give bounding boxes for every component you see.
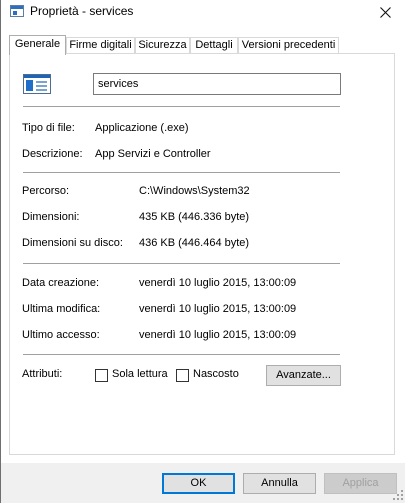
created-label: Data creazione: — [22, 277, 100, 289]
file-type-label: Tipo di file: — [22, 122, 75, 134]
general-tab-panel — [9, 53, 395, 455]
modified-value: venerdì 10 luglio 2015, 13:00:09 — [139, 303, 297, 315]
separator — [23, 106, 340, 107]
size-value: 435 KB (446.336 byte) — [139, 211, 250, 223]
tab-versioni-precedenti[interactable]: Versioni precedenti — [238, 37, 339, 54]
dialog-footer: OK Annulla Applica — [1, 463, 405, 503]
accessed-label: Ultimo accesso: — [22, 329, 100, 341]
readonly-label[interactable]: Sola lettura — [112, 368, 168, 380]
separator — [23, 354, 340, 355]
file-name-input[interactable]: services — [93, 73, 341, 95]
location-label: Percorso: — [22, 185, 70, 197]
readonly-checkbox[interactable] — [95, 369, 108, 382]
size-on-disk-label: Dimensioni su disco: — [22, 237, 123, 249]
separator — [23, 263, 340, 264]
separator — [23, 172, 340, 173]
advanced-button[interactable]: Avanzate... — [266, 365, 341, 386]
file-type-value: Applicazione (.exe) — [95, 122, 189, 134]
close-button[interactable] — [370, 0, 400, 24]
title-bar[interactable]: Proprietà - services — [1, 0, 405, 26]
modified-label: Ultima modifica: — [22, 303, 101, 315]
attributes-label: Attributi: — [22, 368, 63, 380]
tab-firme-digitali[interactable]: Firme digitali — [66, 37, 135, 54]
ok-button[interactable]: OK — [162, 473, 235, 494]
application-file-icon — [23, 74, 51, 94]
tab-sicurezza[interactable]: Sicurezza — [135, 37, 190, 54]
tab-generale[interactable]: Generale — [9, 35, 66, 55]
accessed-value: venerdì 10 luglio 2015, 13:00:09 — [139, 329, 297, 341]
created-value: venerdì 10 luglio 2015, 13:00:09 — [139, 277, 297, 289]
apply-button[interactable]: Applica — [324, 473, 397, 494]
description-label: Descrizione: — [22, 148, 83, 160]
close-icon — [379, 6, 391, 18]
properties-window: Proprietà - services Generale Firme digi… — [0, 0, 405, 503]
size-label: Dimensioni: — [22, 211, 80, 223]
size-on-disk-value: 436 KB (446.464 byte) — [139, 237, 250, 249]
description-value: App Servizi e Controller — [95, 148, 211, 160]
location-value: C:\Windows\System32 — [139, 185, 250, 197]
cancel-button[interactable]: Annulla — [243, 473, 316, 494]
properties-window-icon — [10, 5, 24, 17]
resize-grip-icon[interactable] — [392, 489, 404, 501]
hidden-label[interactable]: Nascosto — [193, 368, 239, 380]
tab-dettagli[interactable]: Dettagli — [190, 37, 238, 54]
window-title: Proprietà - services — [30, 4, 134, 18]
hidden-checkbox[interactable] — [176, 369, 189, 382]
